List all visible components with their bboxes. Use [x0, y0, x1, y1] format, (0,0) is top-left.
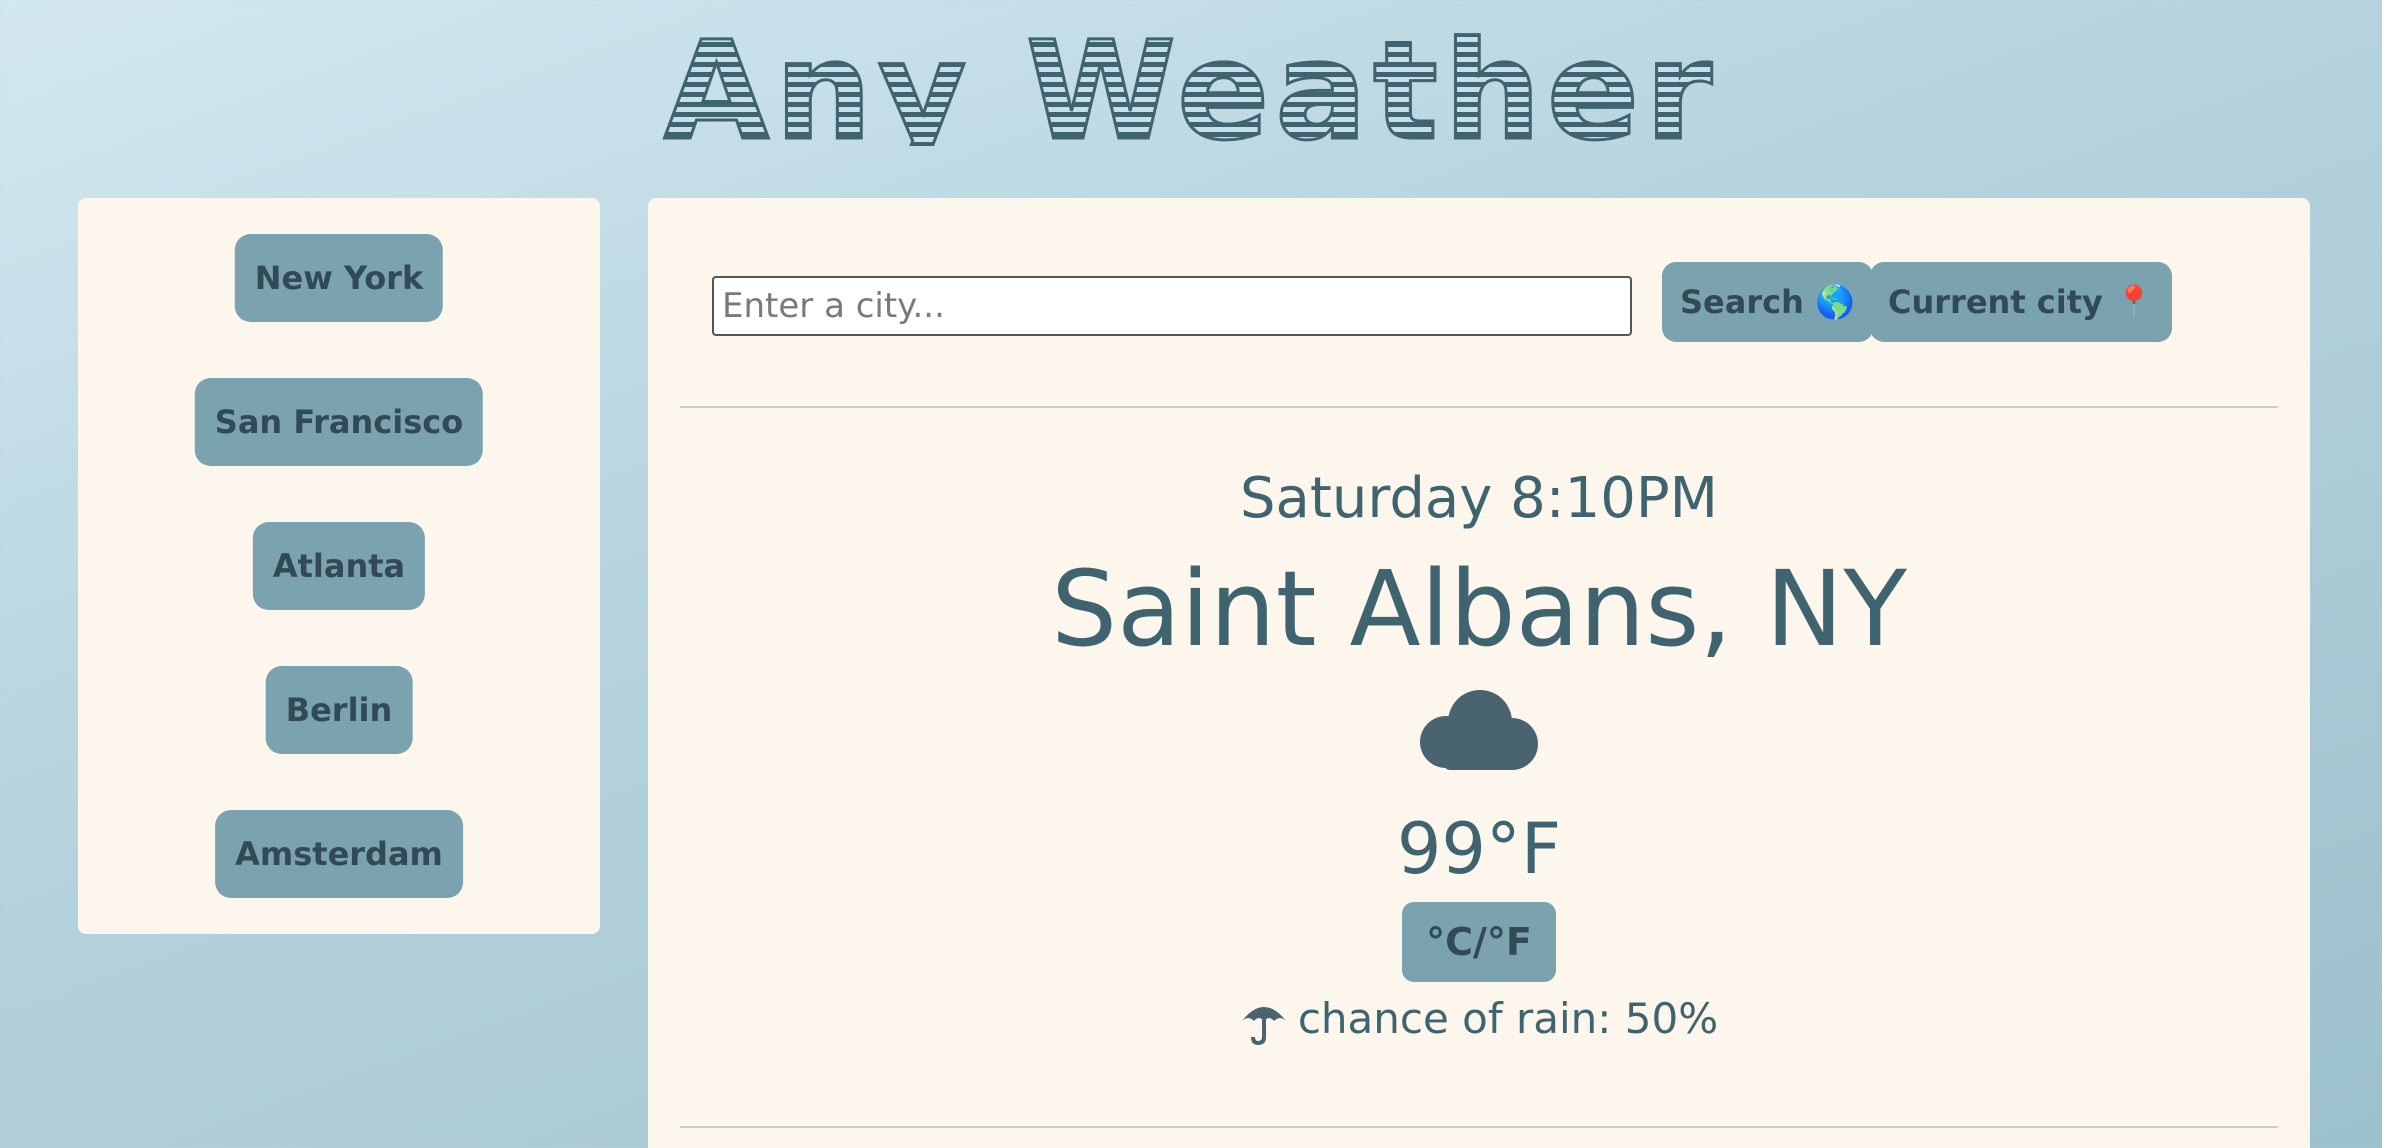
city-button-san-francisco[interactable]: San Francisco — [194, 378, 484, 466]
search-button[interactable]: Search 🌎 — [1662, 262, 1873, 342]
day-time-label: Saturday 8:10PM — [1240, 466, 1718, 531]
city-button-berlin[interactable]: Berlin — [265, 666, 413, 754]
city-button-new-york[interactable]: New York — [234, 234, 444, 322]
weather-condition — [648, 682, 2310, 786]
temperature-readout: 99°F — [1396, 808, 1562, 890]
umbrella-icon — [1241, 1006, 1286, 1045]
saved-cities-sidebar: New York San Francisco Atlanta Berlin Am… — [78, 198, 600, 934]
rain-chance: chance of rain: 50% — [648, 994, 2310, 1045]
rain-chance-label: chance of rain: 50% — [1297, 994, 1719, 1043]
current-city-button[interactable]: Current city 📍 — [1870, 262, 2172, 342]
unit-toggle-button[interactable]: °C/°F — [1402, 902, 1556, 982]
app-title-svg: Any Weather — [662, 22, 1718, 146]
bottom-divider — [680, 1126, 2278, 1128]
app-title-text: Any Weather — [664, 22, 1718, 146]
city-name-heading: Saint Albans, NY — [1051, 548, 1907, 670]
city-button-atlanta[interactable]: Atlanta — [252, 522, 426, 610]
city-search-input[interactable] — [712, 276, 1632, 336]
weather-panel: Search 🌎 Current city 📍 Saturday 8:10PM … — [648, 198, 2310, 1148]
cloud-icon — [1420, 690, 1538, 770]
app-title-logo: Any Weather — [0, 22, 2382, 146]
city-button-amsterdam[interactable]: Amsterdam — [215, 810, 463, 898]
top-divider — [680, 406, 2278, 408]
